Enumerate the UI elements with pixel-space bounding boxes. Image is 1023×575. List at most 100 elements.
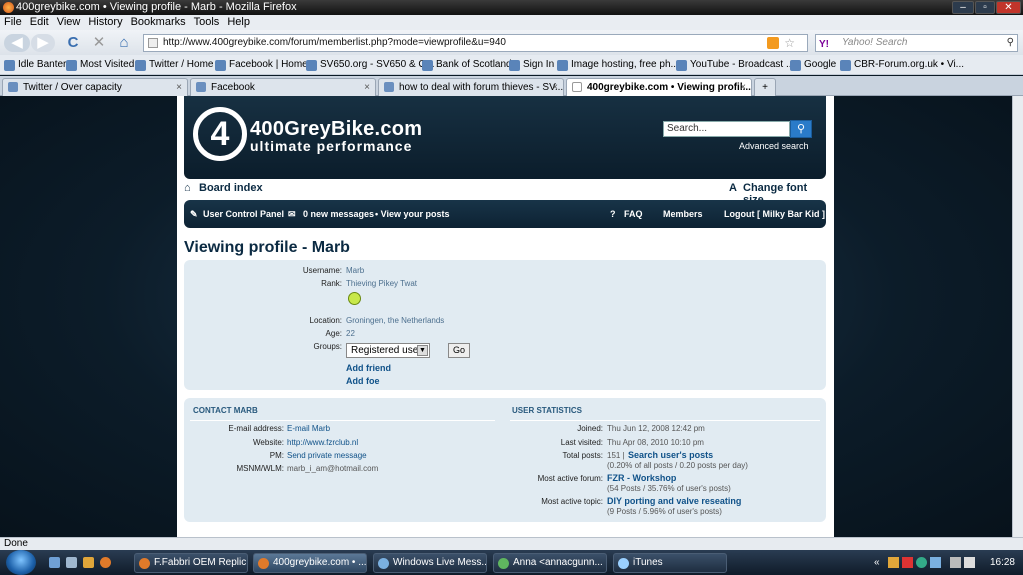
minimize-button[interactable]: –	[952, 1, 974, 14]
forward-button[interactable]: ▶	[31, 34, 55, 52]
lastvisit-label: Last visited:	[560, 438, 603, 447]
page-scrollbar[interactable]	[1012, 96, 1023, 537]
bookmark-item[interactable]: CBR-Forum.org.uk • Vi...	[840, 55, 964, 74]
tab-facebook[interactable]: Facebook ×	[190, 78, 376, 96]
groups-select[interactable]: Registered users ▼	[346, 343, 430, 358]
rank-image-icon	[348, 292, 361, 305]
tab-close-icon[interactable]: ×	[364, 79, 370, 96]
logout-link[interactable]: Logout [ Milky Bar Kid ]	[724, 209, 825, 219]
age-value: 22	[346, 329, 355, 338]
url-text: http://www.400greybike.com/forum/memberl…	[163, 37, 506, 48]
msn-value: marb_i_am@hotmail.com	[287, 464, 379, 473]
menu-file[interactable]: File	[0, 15, 26, 30]
search-icon[interactable]: ⚲	[1007, 35, 1014, 51]
tray-expand-icon[interactable]: «	[874, 550, 880, 575]
posts-label: Total posts:	[562, 451, 603, 460]
back-button[interactable]: ◀	[4, 34, 30, 52]
bookmark-item[interactable]: Image hosting, free ph...	[557, 55, 679, 74]
quicklaunch-icon[interactable]	[83, 557, 94, 568]
members-link[interactable]: Members	[663, 209, 703, 219]
volume-icon[interactable]	[964, 557, 975, 568]
advanced-search-link[interactable]: Advanced search	[739, 141, 809, 151]
menu-bookmarks[interactable]: Bookmarks	[127, 15, 190, 30]
groups-go-button[interactable]: Go	[448, 343, 470, 358]
maximize-button[interactable]: ▫	[975, 1, 995, 14]
website-link[interactable]: http://www.fzrclub.nl	[287, 438, 358, 447]
bookmark-item[interactable]: Twitter / Home	[135, 55, 213, 74]
stop-button[interactable]: ✕	[90, 34, 108, 52]
tab-close-icon[interactable]: ×	[740, 79, 746, 96]
menu-tools[interactable]: Tools	[190, 15, 224, 30]
email-label: E-mail address:	[228, 424, 284, 433]
bookmark-item[interactable]: SV650.org - SV650 & G...	[306, 55, 435, 74]
quicklaunch-icon[interactable]	[66, 557, 77, 568]
page-viewport: 4 400GreyBike.com ultimate performance S…	[0, 96, 1012, 537]
taskbar-item[interactable]: 400greybike.com • ...	[253, 553, 367, 573]
page-icon	[148, 38, 158, 48]
username-label: Username:	[302, 266, 342, 275]
tab-close-icon[interactable]: ×	[176, 79, 182, 96]
bookmark-item[interactable]: Google	[790, 55, 836, 74]
tray-icon[interactable]	[930, 557, 941, 568]
firefox-icon[interactable]	[100, 557, 111, 568]
bookmark-item[interactable]: Bank of Scotland	[422, 55, 512, 74]
bookmark-item[interactable]: Most Visited	[66, 55, 134, 74]
menu-view[interactable]: View	[53, 15, 85, 30]
taskbar-item[interactable]: Windows Live Mess...	[373, 553, 487, 573]
add-foe-link[interactable]: Add foe	[346, 376, 380, 386]
rss-icon[interactable]	[767, 37, 779, 49]
home-button[interactable]: ⌂	[115, 34, 133, 52]
taskbar-item[interactable]: iTunes	[613, 553, 727, 573]
menu-history[interactable]: History	[84, 15, 126, 30]
active-topic-link[interactable]: DIY porting and valve reseating	[607, 496, 741, 506]
email-link[interactable]: E-mail Marb	[287, 424, 330, 433]
faq-link[interactable]: FAQ	[624, 209, 643, 219]
tab-400greybike[interactable]: 400greybike.com • Viewing profil... ×	[566, 78, 752, 96]
tab-forum-thieves[interactable]: how to deal with forum thieves - SV... ×	[378, 78, 564, 96]
network-icon[interactable]	[950, 557, 961, 568]
bookmark-item[interactable]: Sign In	[509, 55, 554, 74]
new-tab-button[interactable]: +	[754, 78, 776, 96]
taskbar-item[interactable]: F.Fabbri OEM Replic...	[134, 553, 248, 573]
browser-search-input[interactable]: Y! Yahoo! Search ⚲	[815, 34, 1018, 52]
messenger-icon	[498, 558, 509, 569]
page-title: Viewing profile - Marb	[184, 239, 350, 256]
navigation-toolbar: ◀ ▶ C ✕ ⌂ http://www.400greybike.com/for…	[0, 30, 1023, 55]
site-search-input[interactable]: Search...	[663, 121, 790, 137]
reload-button[interactable]: C	[64, 34, 82, 52]
menu-edit[interactable]: Edit	[26, 15, 53, 30]
site-search-button[interactable]: ⚲	[790, 120, 812, 138]
menu-help[interactable]: Help	[223, 15, 254, 30]
active-forum-link[interactable]: FZR - Workshop	[607, 473, 676, 483]
bookmark-item[interactable]: Idle Banter	[4, 55, 66, 74]
site-header: 4 400GreyBike.com ultimate performance S…	[184, 96, 826, 179]
topic-label: Most active topic:	[541, 497, 603, 506]
site-logo[interactable]: 4	[193, 107, 247, 161]
tray-icon[interactable]	[888, 557, 899, 568]
bookmark-icon	[509, 60, 520, 71]
pm-link[interactable]: Send private message	[287, 451, 367, 460]
forum-navbar: ✎ User Control Panel ✉ 0 new messages • …	[184, 200, 826, 228]
ucp-link[interactable]: User Control Panel	[203, 209, 284, 219]
tray-icon[interactable]	[916, 557, 927, 568]
url-field[interactable]: http://www.400greybike.com/forum/memberl…	[143, 34, 808, 52]
stats-heading: USER STATISTICS	[512, 406, 582, 415]
tab-twitter[interactable]: Twitter / Over capacity ×	[2, 78, 188, 96]
board-index-link[interactable]: Board index	[199, 182, 263, 194]
clock[interactable]: 16:28	[990, 550, 1015, 575]
add-friend-link[interactable]: Add friend	[346, 363, 391, 373]
star-icon[interactable]: ☆	[784, 35, 795, 51]
view-posts-link[interactable]: • View your posts	[375, 209, 450, 219]
start-button[interactable]	[6, 550, 36, 575]
close-button[interactable]: ✕	[996, 1, 1021, 14]
taskbar-item[interactable]: Anna <annacgunn...	[493, 553, 607, 573]
tray-icon[interactable]	[902, 557, 913, 568]
yahoo-icon[interactable]: Y!	[819, 37, 829, 53]
messages-link[interactable]: 0 new messages	[303, 209, 374, 219]
bookmark-item[interactable]: Facebook | Home	[215, 55, 308, 74]
quicklaunch-icon[interactable]	[49, 557, 60, 568]
bookmark-item[interactable]: YouTube - Broadcast ...	[676, 55, 794, 74]
search-user-posts-link[interactable]: Search user's posts	[628, 450, 713, 460]
tab-close-icon[interactable]: ×	[552, 79, 558, 96]
site-logo-subtitle: ultimate performance	[250, 138, 413, 154]
